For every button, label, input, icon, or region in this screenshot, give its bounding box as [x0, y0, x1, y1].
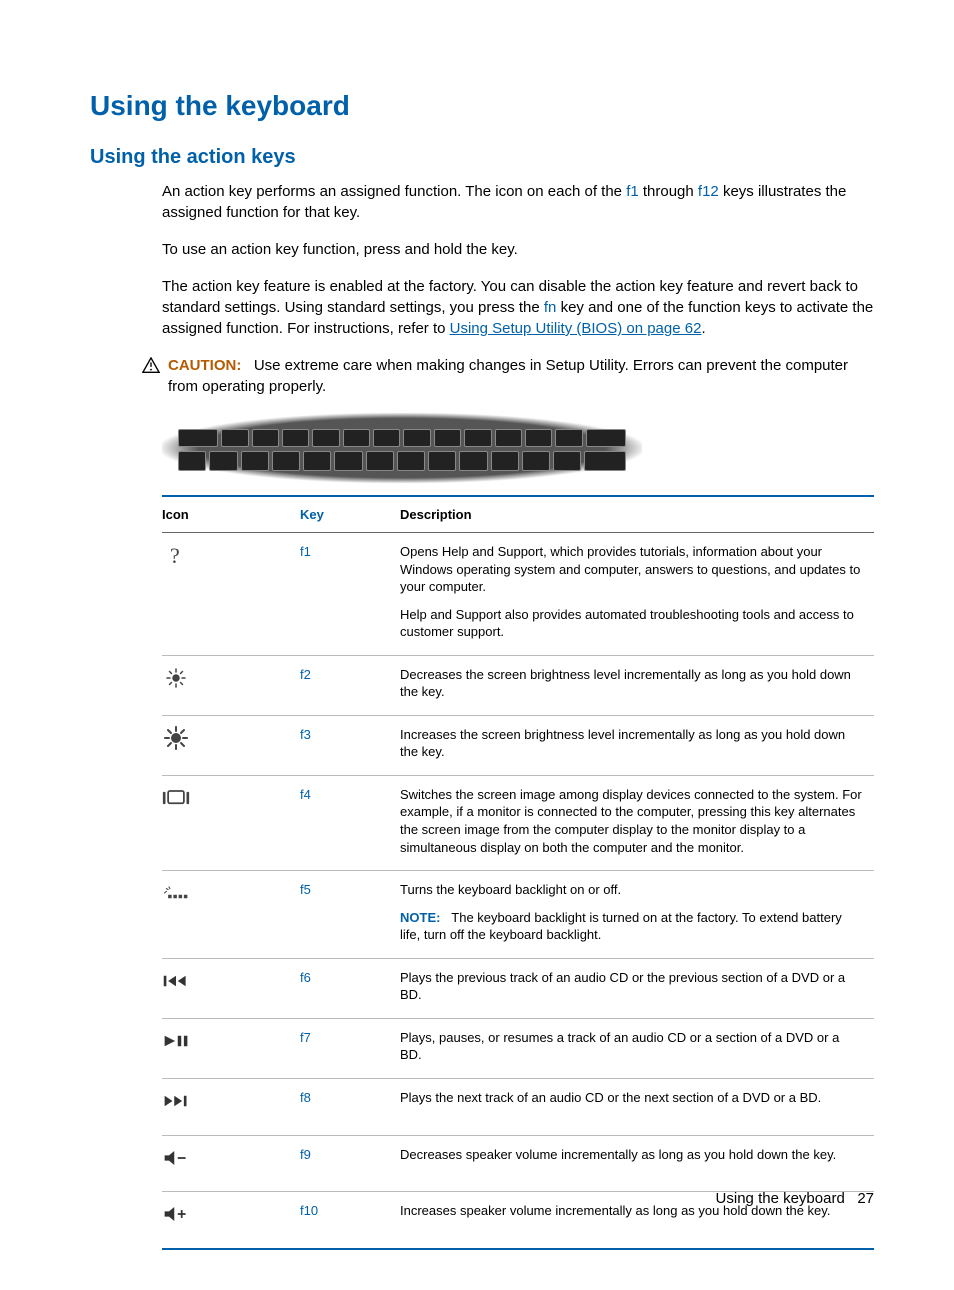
th-icon: Icon	[162, 496, 300, 533]
intro-paragraph-1: An action key performs an assigned funct…	[162, 181, 874, 223]
svg-text:?: ?	[170, 543, 180, 567]
switch-display-icon	[162, 775, 300, 870]
note-label: NOTE:	[400, 910, 440, 925]
brightness-down-icon	[162, 655, 300, 715]
table-row: ? f1Opens Help and Support, which provide…	[162, 533, 874, 656]
brightness-up-icon	[162, 715, 300, 775]
table-row: f6Plays the previous track of an audio C…	[162, 958, 874, 1018]
next-track-icon	[162, 1078, 300, 1135]
action-keys-table: Icon Key Description ? f1Opens Help and S…	[162, 495, 874, 1250]
page-heading: Using the keyboard	[90, 90, 874, 122]
key-label: f3	[300, 715, 400, 775]
table-row: f9Decreases speaker volume incrementally…	[162, 1135, 874, 1192]
volume-up-icon	[162, 1192, 300, 1249]
key-description: Plays the previous track of an audio CD …	[400, 958, 874, 1018]
table-row: f2Decreases the screen brightness level …	[162, 655, 874, 715]
caution-block: CAUTION: Use extreme care when making ch…	[142, 355, 874, 397]
key-description: Plays, pauses, or resumes a track of an …	[400, 1018, 874, 1078]
key-label: f7	[300, 1018, 400, 1078]
key-label: f6	[300, 958, 400, 1018]
key-label: f2	[300, 655, 400, 715]
table-row: f5Turns the keyboard backlight on or off…	[162, 871, 874, 959]
caution-text: Use extreme care when making changes in …	[168, 357, 848, 395]
table-row: f3Increases the screen brightness level …	[162, 715, 874, 775]
f1-label: f1	[626, 183, 639, 200]
table-row: f8Plays the next track of an audio CD or…	[162, 1078, 874, 1135]
caution-label: CAUTION:	[168, 357, 241, 374]
page-footer: Using the keyboard 27	[716, 1190, 874, 1207]
key-label: f5	[300, 871, 400, 959]
key-description: Decreases speaker volume incrementally a…	[400, 1135, 874, 1192]
section-heading: Using the action keys	[90, 146, 874, 169]
setup-utility-link[interactable]: Using Setup Utility (BIOS) on page 62	[450, 320, 702, 337]
volume-down-icon	[162, 1135, 300, 1192]
prev-track-icon	[162, 958, 300, 1018]
key-description: Plays the next track of an audio CD or t…	[400, 1078, 874, 1135]
help-icon: ?	[162, 533, 300, 656]
key-label: f1	[300, 533, 400, 656]
keyboard-figure	[162, 413, 642, 483]
key-description: Decreases the screen brightness level in…	[400, 655, 874, 715]
intro-paragraph-2: To use an action key function, press and…	[162, 239, 874, 260]
th-desc: Description	[400, 496, 874, 533]
key-label: f9	[300, 1135, 400, 1192]
intro-paragraph-3: The action key feature is enabled at the…	[162, 276, 874, 339]
key-label: f10	[300, 1192, 400, 1249]
f12-label: f12	[698, 183, 719, 200]
caution-icon	[142, 355, 160, 397]
key-description: Opens Help and Support, which provides t…	[400, 533, 874, 656]
key-description: Turns the keyboard backlight on or off.N…	[400, 871, 874, 959]
fn-label: fn	[544, 299, 557, 316]
table-row: f7Plays, pauses, or resumes a track of a…	[162, 1018, 874, 1078]
play-pause-icon	[162, 1018, 300, 1078]
table-row: f4Switches the screen image among displa…	[162, 775, 874, 870]
th-key: Key	[300, 496, 400, 533]
key-label: f4	[300, 775, 400, 870]
key-label: f8	[300, 1078, 400, 1135]
key-description: Switches the screen image among display …	[400, 775, 874, 870]
backlight-icon	[162, 871, 300, 959]
key-description: Increases the screen brightness level in…	[400, 715, 874, 775]
